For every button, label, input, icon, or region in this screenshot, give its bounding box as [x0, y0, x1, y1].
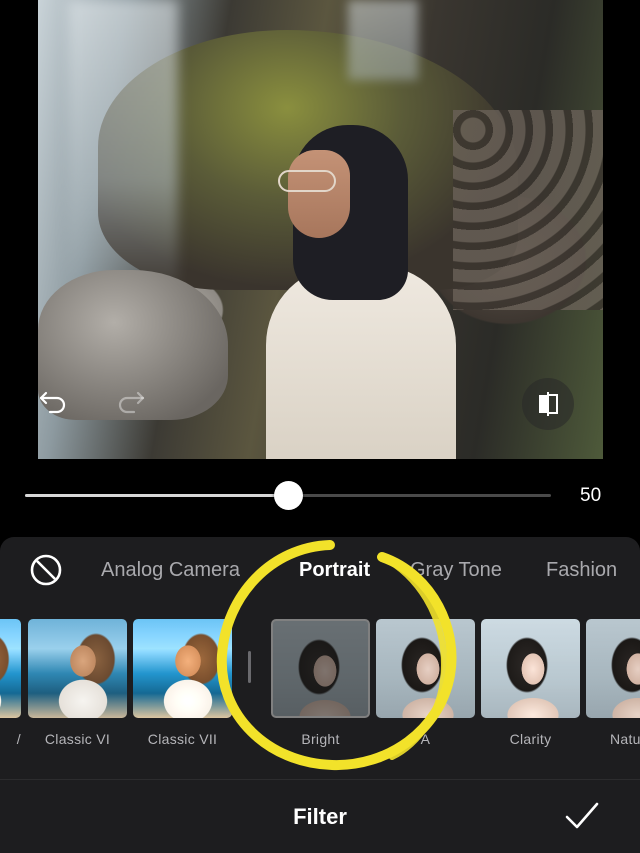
redo-button[interactable]	[115, 388, 147, 416]
photo-person-face	[288, 150, 350, 238]
photo-waterfall	[68, 0, 178, 300]
filter-label: Classic VII	[147, 731, 218, 747]
filter-thumbnails: / Classic VI Classic VII Bright A Clarit…	[0, 619, 640, 833]
compare-button[interactable]	[522, 378, 574, 430]
filter-thumbnail	[376, 619, 475, 718]
confirm-button[interactable]	[564, 800, 600, 832]
category-portrait[interactable]: Portrait	[299, 559, 370, 582]
filter-thumbnail	[0, 619, 21, 718]
photo-person-glasses	[278, 170, 336, 192]
slider-fill	[25, 494, 288, 497]
bottom-bar: Filter	[0, 779, 640, 853]
filter-item[interactable]: /	[0, 619, 21, 747]
slider-thumb[interactable]	[274, 481, 303, 510]
filter-label: Natu	[610, 731, 640, 747]
group-divider	[248, 651, 251, 683]
undo-button[interactable]	[37, 388, 69, 416]
filter-panel: Analog Camera Portrait Gray Tone Fashion…	[0, 537, 640, 853]
filter-label: A	[420, 731, 431, 747]
filter-label: /	[16, 731, 21, 747]
filter-thumbnail	[586, 619, 640, 718]
filter-label: Classic VI	[44, 731, 111, 747]
compare-icon	[539, 392, 558, 416]
filter-thumbnail	[28, 619, 127, 718]
checkmark-icon	[565, 802, 599, 829]
bottom-title: Filter	[293, 804, 347, 829]
photo-stone-wall	[453, 110, 603, 310]
no-filter-icon	[30, 554, 62, 586]
undo-icon	[39, 391, 66, 414]
redo-icon	[118, 391, 145, 414]
category-analog-camera[interactable]: Analog Camera	[101, 559, 240, 582]
category-fashion[interactable]: Fashion	[546, 559, 617, 582]
filter-item[interactable]: Classic VI	[28, 619, 127, 747]
filter-thumbnail	[271, 619, 370, 718]
filter-item-selected[interactable]: Bright	[271, 619, 370, 747]
category-gray-tone[interactable]: Gray Tone	[410, 559, 502, 582]
filter-item[interactable]: Natu	[586, 619, 640, 747]
filter-label: Bright	[301, 731, 340, 747]
no-filter-button[interactable]	[29, 553, 63, 587]
filter-item[interactable]: Classic VII	[133, 619, 232, 747]
filter-thumbnail	[133, 619, 232, 718]
filter-item[interactable]: A	[376, 619, 475, 747]
intensity-slider[interactable]	[25, 479, 551, 513]
filter-item[interactable]: Clarity	[481, 619, 580, 747]
filter-label: Clarity	[509, 731, 552, 747]
filter-thumbnail	[481, 619, 580, 718]
photo-waterfall-right	[348, 0, 418, 80]
intensity-value: 50	[580, 485, 602, 506]
